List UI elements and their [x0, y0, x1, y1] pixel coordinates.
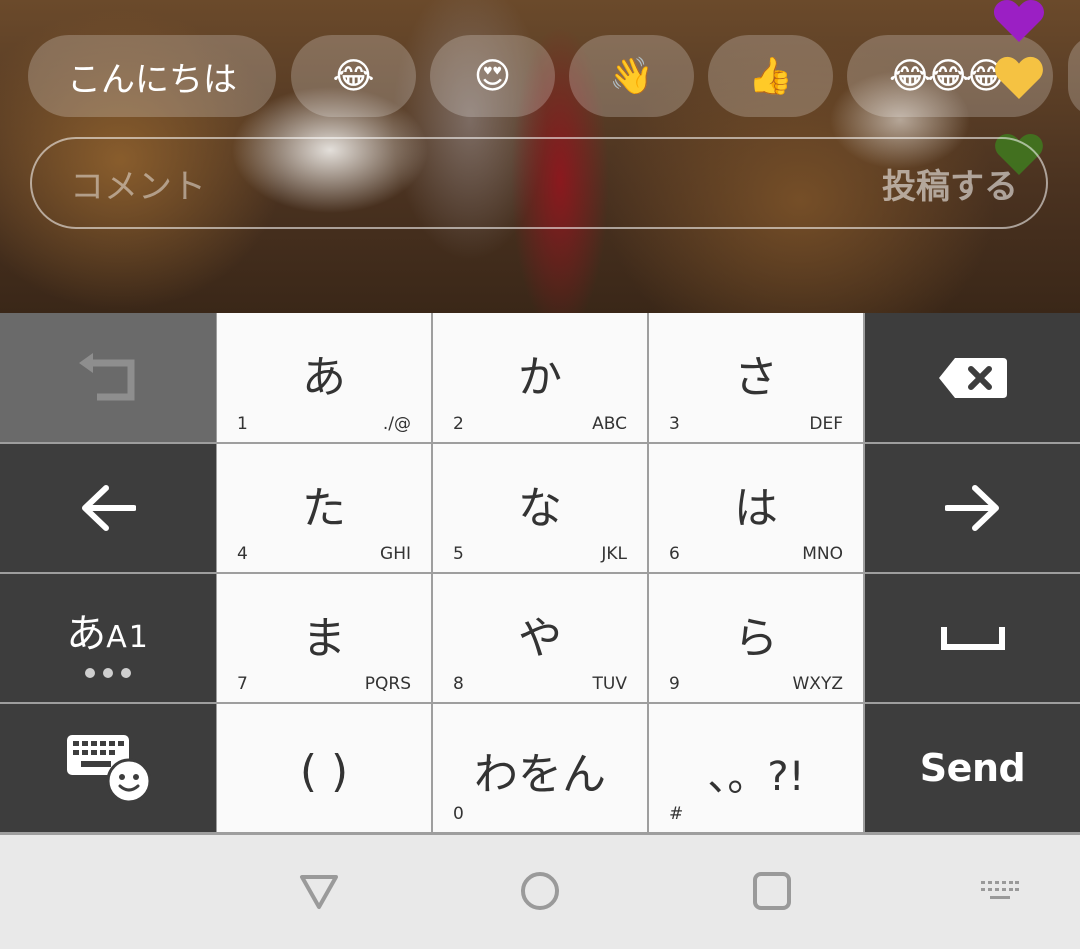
- arrow-right-icon: [944, 485, 999, 531]
- kana-key-ma[interactable]: ま 7 PQRS: [217, 574, 431, 702]
- key-number-label: 1: [237, 414, 248, 434]
- key-sub-label: MNO: [802, 544, 843, 564]
- key-main-label: ま: [302, 613, 346, 664]
- send-key[interactable]: Send: [865, 704, 1080, 832]
- kana-key-na[interactable]: な 5 JKL: [433, 444, 647, 572]
- mode-label-alnum: A1: [106, 620, 150, 655]
- key-number-label: 3: [669, 414, 680, 434]
- quick-reply-bar: こんにちは 😂 😍 👋 👍 😂😂😂: [28, 35, 1080, 117]
- keyboard-emoji-icon: [67, 735, 151, 803]
- key-number-label: 2: [453, 414, 464, 434]
- key-number-label: 6: [669, 544, 680, 564]
- kana-key-ya[interactable]: や 8 TUV: [433, 574, 647, 702]
- quick-reply-overflow[interactable]: [1068, 35, 1080, 117]
- key-number-label: #: [669, 804, 684, 824]
- key-sub-label: GHI: [380, 544, 411, 564]
- quick-reply-laugh[interactable]: 😂: [291, 35, 416, 117]
- key-main-label: た: [302, 483, 346, 534]
- comment-placeholder: コメント: [70, 166, 206, 207]
- kana-key-ha[interactable]: は 6 MNO: [649, 444, 863, 572]
- brackets-key[interactable]: ( ): [217, 704, 431, 832]
- comment-field[interactable]: コメント 投稿する: [30, 137, 1048, 229]
- key-sub-label: ABC: [592, 414, 627, 434]
- japanese-flick-keyboard: あA1 あ 1 ./@ か 2 ABC さ 3 DEF た 4 GHI な 5 …: [0, 313, 1080, 835]
- kana-key-a[interactable]: あ 1 ./@: [217, 313, 431, 442]
- input-mode-key[interactable]: あA1: [0, 574, 216, 702]
- punctuation-key[interactable]: 、。?! #: [649, 704, 863, 832]
- quick-reply-love[interactable]: 😍: [430, 35, 555, 117]
- post-button[interactable]: 投稿する: [882, 159, 1018, 208]
- key-sub-label: TUV: [592, 674, 627, 694]
- key-number-label: 9: [669, 674, 680, 694]
- key-number-label: 4: [237, 544, 248, 564]
- quick-reply-wave[interactable]: 👋: [569, 35, 694, 117]
- keyboard-emoji-key[interactable]: [0, 704, 216, 832]
- key-sub-label: WXYZ: [792, 674, 844, 694]
- home-icon[interactable]: [520, 871, 560, 911]
- kana-key-wa[interactable]: わをん 0: [433, 704, 647, 832]
- space-icon: [940, 627, 1005, 650]
- key-sub-label: PQRS: [364, 674, 411, 694]
- purple-heart-icon: [993, 0, 1045, 42]
- kana-key-ka[interactable]: か 2 ABC: [433, 313, 647, 442]
- cursor-right-key[interactable]: [865, 444, 1080, 572]
- recents-icon[interactable]: [752, 871, 792, 911]
- key-main-label: か: [518, 352, 562, 403]
- arrow-left-icon: [82, 485, 136, 531]
- key-main-label: な: [518, 483, 562, 534]
- heart-eyes-icon: 😍: [473, 55, 512, 97]
- quick-reply-hello[interactable]: こんにちは: [28, 35, 276, 117]
- system-navigation-bar: [0, 835, 1080, 949]
- thumbs-up-icon: 👍: [748, 56, 793, 97]
- quick-reply-label: こんにちは: [67, 59, 237, 100]
- key-number-label: 5: [453, 544, 464, 564]
- key-main-label: さ: [734, 352, 778, 403]
- waving-hand-icon: 👋: [609, 56, 654, 97]
- key-main-label: あ: [302, 352, 346, 403]
- undo-icon: [79, 352, 135, 400]
- key-sub-label: ./@: [382, 414, 411, 434]
- backspace-icon: [938, 357, 1007, 398]
- kana-key-ta[interactable]: た 4 GHI: [217, 444, 431, 572]
- mode-label-kana: あ: [66, 611, 107, 657]
- backspace-key[interactable]: [865, 313, 1080, 442]
- key-sub-label: JKL: [601, 544, 627, 564]
- yellow-heart-icon: [995, 56, 1043, 99]
- key-sub-label: DEF: [809, 414, 843, 434]
- more-dots-icon: [85, 668, 131, 678]
- kana-key-sa[interactable]: さ 3 DEF: [649, 313, 863, 442]
- key-main-label: は: [734, 483, 778, 534]
- quick-reply-thumbs-up[interactable]: 👍: [708, 35, 833, 117]
- key-main-label: ら: [734, 613, 778, 664]
- key-number-label: 8: [453, 674, 464, 694]
- key-main-label: ( ): [299, 746, 349, 797]
- key-main-label: わをん: [474, 749, 606, 800]
- keyboard-switch-icon[interactable]: [980, 879, 1020, 905]
- key-main-label: 、。?!: [707, 754, 805, 800]
- key-number-label: 7: [237, 674, 248, 694]
- kana-key-ra[interactable]: ら 9 WXYZ: [649, 574, 863, 702]
- cursor-left-key[interactable]: [0, 444, 216, 572]
- tears-of-joy-icon: 😂: [332, 55, 375, 97]
- space-key[interactable]: [865, 574, 1080, 702]
- undo-key[interactable]: [0, 313, 216, 442]
- back-icon[interactable]: [298, 873, 340, 911]
- send-label: Send: [919, 746, 1026, 790]
- tears-of-joy-icon: 😂😂😂: [889, 55, 1007, 97]
- key-main-label: や: [518, 613, 562, 664]
- key-number-label: 0: [453, 804, 464, 824]
